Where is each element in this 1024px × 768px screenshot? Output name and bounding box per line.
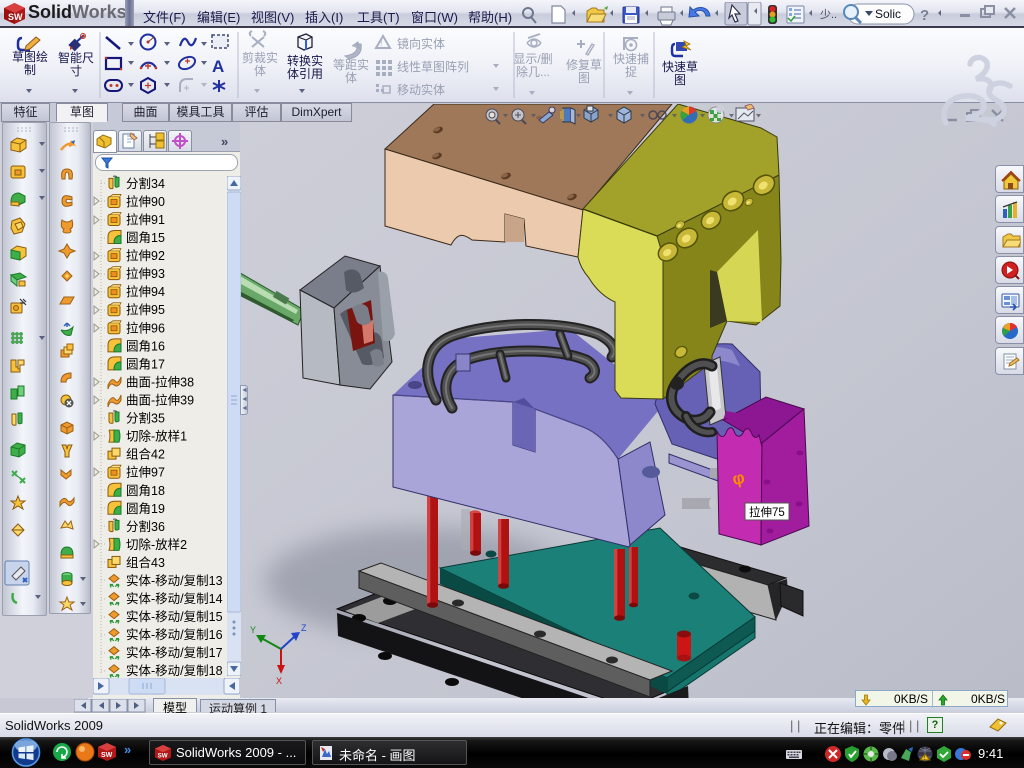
- svg-text:切除-放样2: 切除-放样2: [126, 537, 187, 552]
- svg-text:圆角15: 圆角15: [126, 231, 165, 245]
- svg-text:拉伸94: 拉伸94: [126, 284, 165, 299]
- svg-text:X: X: [276, 676, 282, 686]
- svg-text:分割34: 分割34: [126, 176, 165, 191]
- svg-text:SW: SW: [158, 752, 168, 759]
- svg-text:实体-移动/复制17: 实体-移动/复制17: [126, 645, 223, 660]
- svg-text:SW: SW: [8, 12, 23, 22]
- svg-text:实体-移动/复制18: 实体-移动/复制18: [126, 663, 223, 678]
- svg-text:拉伸96: 拉伸96: [126, 320, 165, 335]
- svg-text:A: A: [212, 57, 224, 76]
- svg-text:»: »: [124, 742, 131, 757]
- svg-text:圆角19: 圆角19: [126, 502, 165, 516]
- svg-text:9:41: 9:41: [978, 746, 1003, 761]
- svg-text:曲面-拉伸39: 曲面-拉伸39: [126, 393, 194, 408]
- svg-text:Y: Y: [250, 625, 256, 635]
- svg-text:分割36: 分割36: [126, 519, 165, 534]
- svg-text:实体-移动/复制16: 实体-移动/复制16: [126, 627, 223, 642]
- svg-text:SW: SW: [101, 752, 113, 759]
- svg-text:Solic: Solic: [875, 7, 901, 21]
- svg-text:拉伸90: 拉伸90: [126, 194, 165, 209]
- svg-text:圆角17: 圆角17: [126, 357, 165, 371]
- svg-text:组合42: 组合42: [126, 447, 165, 462]
- svg-text:!: !: [924, 756, 925, 762]
- svg-text:拉伸97: 拉伸97: [126, 465, 165, 480]
- svg-text:切除-放样1: 切除-放样1: [126, 429, 187, 444]
- svg-text:实体-移动/复制14: 实体-移动/复制14: [126, 591, 223, 606]
- svg-text:拉伸91: 拉伸91: [126, 212, 165, 227]
- svg-text:!: !: [380, 38, 383, 48]
- svg-text:曲面-拉伸38: 曲面-拉伸38: [126, 375, 194, 390]
- svg-text:实体-移动/复制15: 实体-移动/复制15: [126, 609, 223, 624]
- svg-text:?: ?: [920, 7, 929, 24]
- svg-text:分割35: 分割35: [126, 411, 165, 426]
- svg-text:实体-移动/复制13: 实体-移动/复制13: [126, 573, 223, 588]
- svg-text:拉伸95: 拉伸95: [126, 302, 165, 317]
- svg-text:组合43: 组合43: [126, 555, 165, 570]
- svg-text:拉伸92: 拉伸92: [126, 248, 165, 263]
- svg-text:圆角18: 圆角18: [126, 484, 165, 498]
- svg-text:Z: Z: [301, 623, 307, 633]
- svg-text:拉伸75: 拉伸75: [749, 505, 785, 519]
- svg-text:拉伸93: 拉伸93: [126, 266, 165, 281]
- svg-text:圆角16: 圆角16: [126, 339, 165, 353]
- svg-text:少..: 少..: [820, 8, 837, 21]
